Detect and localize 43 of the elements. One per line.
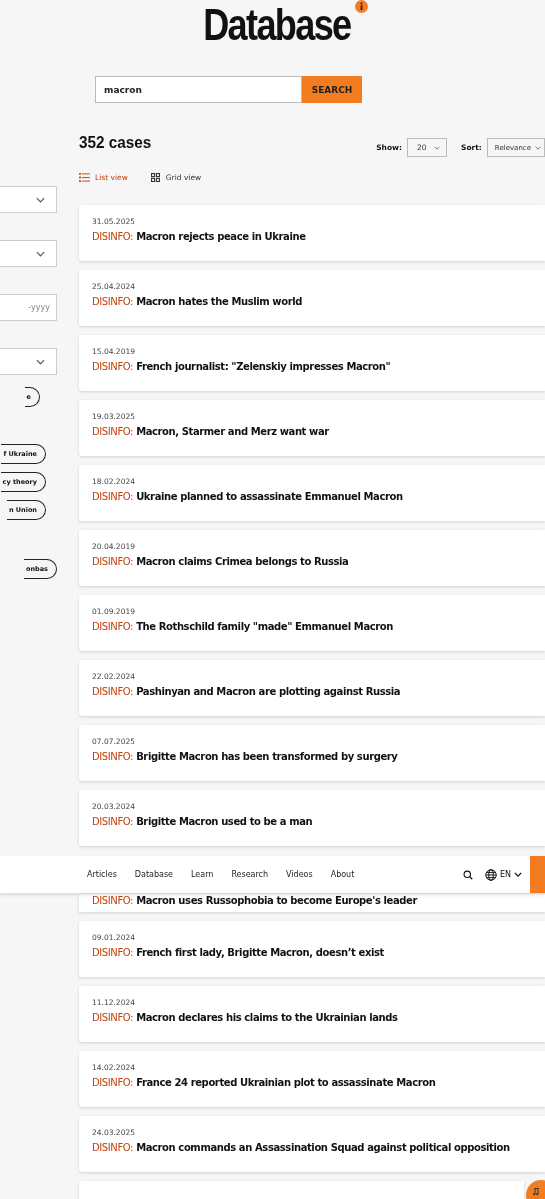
list-icon (79, 173, 90, 182)
case-title: DISINFO: Macron declares his claims to the Ukrainian lands (92, 1012, 399, 1023)
nav-link[interactable]: Learn (191, 870, 214, 879)
chevron-icon (36, 358, 45, 365)
language-selector[interactable]: EN (484, 868, 522, 881)
info-icon[interactable] (354, 0, 368, 13)
results-count: 352 cases (79, 133, 152, 153)
nav-link[interactable]: Research (231, 870, 269, 879)
grid-icon (149, 173, 161, 182)
case-title: DISINFO: Macron, Starmer and Merz want war (92, 426, 330, 437)
nav-link[interactable]: Videos (286, 870, 313, 879)
chevron-icon (36, 196, 45, 203)
chevron-icon (535, 145, 541, 150)
page-title: Database (203, 2, 351, 48)
case-title: DISINFO: French first lady, Brigitte Macron, doesn’t exist (92, 947, 385, 958)
case-title: DISINFO: Macron commands an Assassination Squad against political opposition (92, 1142, 511, 1153)
filter-dropdown[interactable] (0, 186, 57, 213)
globe-icon (484, 868, 497, 881)
case-title: DISINFO: Brigitte Macron has been transformed by surgery (92, 751, 399, 762)
case-title: DISINFO: Brigitte Macron used to be a man (92, 816, 314, 827)
case-title: DISINFO: Macron uses Russophobia to become Europe's leader (92, 895, 419, 906)
date-field[interactable]: -yyyy (0, 294, 57, 321)
case-title: DISINFO: French journalist: "Zelenskiy impresses Macron" (92, 361, 392, 372)
nav-action-button[interactable] (530, 856, 545, 893)
search-button[interactable]: SEARCH (302, 76, 362, 103)
case-title: DISINFO: Ukraine planned to assassinate Emmanuel Macron (92, 491, 404, 502)
case-title: DISINFO: Macron claims Crimea belongs to Russia (92, 556, 350, 567)
case-title: DISINFO: Macron rejects peace in Ukraine (92, 231, 307, 242)
search-field[interactable]: macron (95, 76, 302, 103)
chevron-icon (433, 145, 440, 150)
case-title: DISINFO: The Rothschild family "made" Emmanuel Macron (92, 621, 394, 632)
search-icon[interactable] (462, 869, 473, 880)
filter-dropdown[interactable] (0, 240, 57, 267)
nav-link[interactable]: About (330, 870, 355, 879)
nav-link[interactable]: Database (134, 870, 173, 879)
case-title: DISINFO: Pashinyan and Macron are plotting against Russia (92, 686, 402, 697)
case-card[interactable]: DISINFO: Macron uses Russophobia to become Europe's leader (79, 894, 545, 912)
chevron-icon (514, 872, 522, 877)
chevron-icon (36, 250, 45, 257)
nav-link[interactable]: Articles (87, 870, 117, 879)
case-title: DISINFO: Macron hates the Muslim world (92, 296, 303, 307)
filter-dropdown[interactable] (0, 348, 57, 375)
case-title: DISINFO: France 24 reported Ukrainian plot to assassinate Macron (92, 1077, 437, 1088)
